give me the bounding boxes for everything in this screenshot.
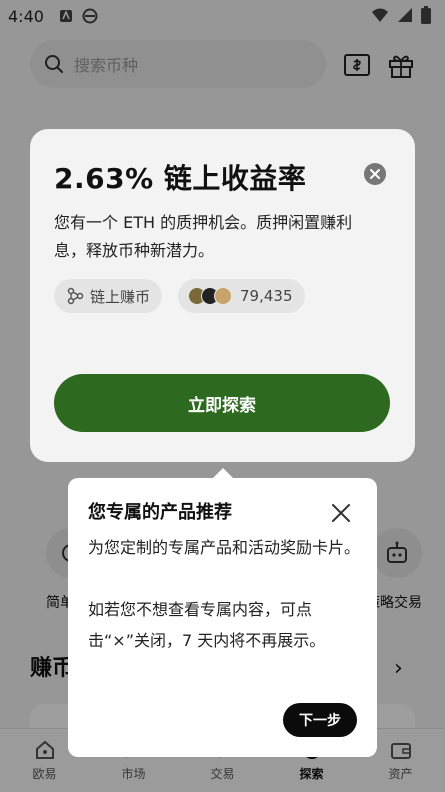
nodes-icon (67, 287, 84, 305)
participants-chip: 79,435 (178, 279, 305, 313)
tooltip-body-paragraph: 如若您不想查看专属内容，可点击“×”关闭，7 天内将不再展示。 (88, 600, 326, 650)
tooltip-title: 您专属的产品推荐 (88, 502, 232, 523)
promo-card: 2.63% 链上收益率 您有一个 ETH 的质押机会。质押闲置赚利息，释放币种新… (30, 129, 415, 462)
tooltip-body: 为您定制的专属产品和活动奖励卡片。 如若您不想查看专属内容，可点击“×”关闭，7… (88, 532, 360, 687)
avatar (214, 287, 232, 305)
tooltip-arrow (213, 468, 233, 478)
participant-avatars (188, 287, 232, 305)
close-icon[interactable] (330, 502, 352, 524)
promo-close-button[interactable] (364, 163, 386, 185)
tooltip-body-paragraph: 为您定制的专属产品和活动奖励卡片。 (88, 538, 361, 557)
onchain-earn-chip[interactable]: 链上赚币 (54, 279, 163, 313)
guide-tooltip: 您专属的产品推荐 为您定制的专属产品和活动奖励卡片。 如若您不想查看专属内容，可… (68, 468, 377, 757)
close-icon (370, 169, 380, 179)
onchain-earn-chip-label: 链上赚币 (90, 287, 151, 306)
participants-count: 79,435 (240, 287, 293, 305)
next-step-button[interactable]: 下一步 (283, 703, 357, 737)
promo-title: 2.63% 链上收益率 (54, 162, 307, 195)
explore-now-button[interactable]: 立即探索 (54, 374, 390, 432)
promo-description: 您有一个 ETH 的质押机会。质押闲置赚利息，释放币种新潜力。 (54, 213, 353, 260)
